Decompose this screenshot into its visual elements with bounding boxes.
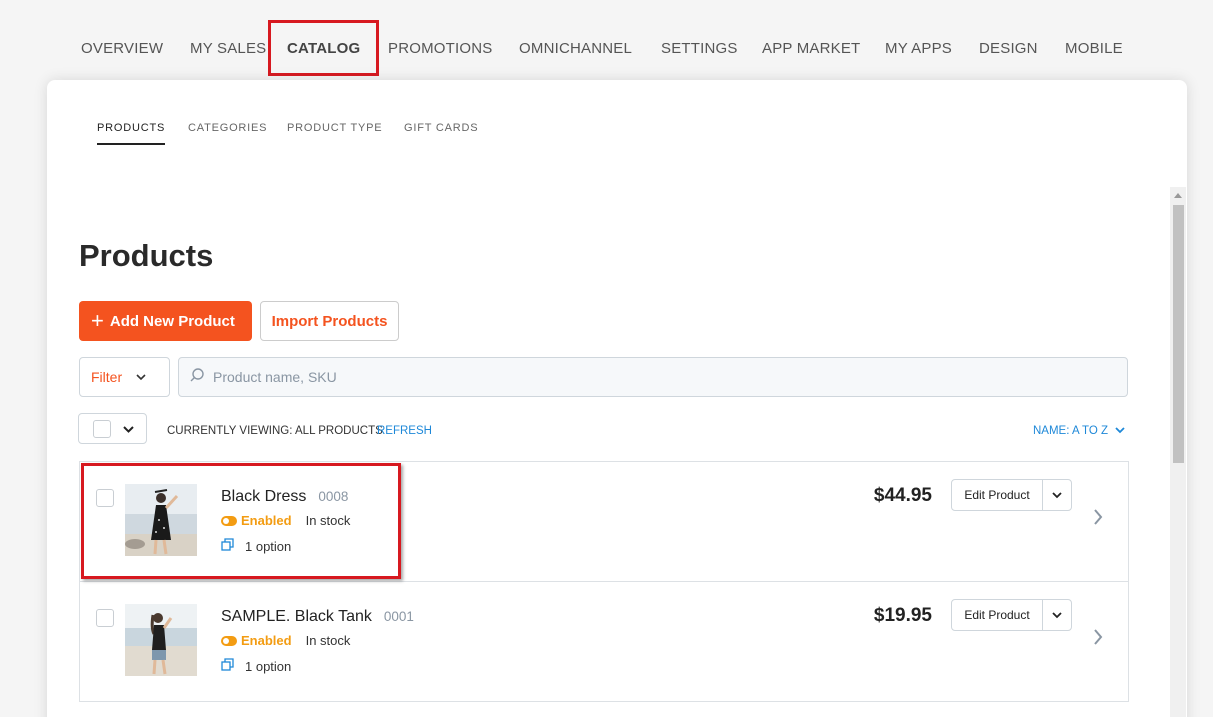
edit-product-button[interactable]: Edit Product [952,480,1043,510]
nav-my-apps[interactable]: MY APPS [885,40,952,57]
add-new-product-label: Add New Product [109,312,235,330]
search-box [178,357,1128,397]
currently-viewing-label: CURRENTLY VIEWING: ALL PRODUCTS [167,425,383,437]
black-dress-highlight-box [81,463,401,579]
top-navigation: OVERVIEW MY SALES CATALOG PROMOTIONS OMN… [0,0,1213,80]
chevron-down-icon[interactable] [123,422,134,436]
filter-label: Filter [91,369,123,385]
stock-status: In stock [305,633,351,648]
product-name-text[interactable]: SAMPLE. Black Tank [221,608,372,625]
product-status: Enabled In stock [221,633,350,648]
chevron-right-icon[interactable] [1093,508,1103,531]
scroll-up-arrow-icon[interactable] [1174,193,1182,198]
search-input[interactable] [213,369,1093,385]
nav-app-market[interactable]: APP MARKET [762,40,860,57]
options-icon [221,658,235,674]
nav-omnichannel[interactable]: OMNICHANNEL [519,40,632,57]
subtab-products[interactable]: PRODUCTS [97,122,166,145]
edit-product-button-group: Edit Product [951,479,1072,511]
refresh-link[interactable]: REFRESH [377,425,432,437]
add-new-product-button[interactable]: + Add New Product [79,301,252,341]
edit-product-button-group: Edit Product [951,599,1072,631]
product-options: 1 option [221,658,291,674]
chevron-down-icon [1052,491,1062,498]
enabled-status[interactable]: Enabled [241,633,292,648]
chevron-down-icon [136,370,146,384]
nav-promotions[interactable]: PROMOTIONS [388,40,493,57]
main-card: PRODUCTS CATEGORIES PRODUCT TYPE GIFT CA… [47,80,1187,717]
product-name[interactable]: SAMPLE. Black Tank 0001 [221,608,414,626]
edit-dropdown-toggle[interactable] [1043,600,1071,630]
edit-dropdown-toggle[interactable] [1043,480,1071,510]
product-price: $44.95 [873,485,932,506]
chevron-down-icon [1052,611,1062,618]
sort-dropdown[interactable]: NAME: A TO Z [1033,425,1125,437]
nav-settings[interactable]: SETTINGS [661,40,738,57]
bulk-select-dropdown[interactable] [78,413,147,444]
subtab-product-type[interactable]: PRODUCT TYPE [287,122,382,143]
product-price: $19.95 [873,605,932,626]
nav-mobile[interactable]: MOBILE [1065,40,1123,57]
sort-label: NAME: A TO Z [1033,425,1108,437]
catalog-highlight-box [268,20,379,76]
select-all-checkbox[interactable] [93,419,111,438]
nav-design[interactable]: DESIGN [979,40,1038,57]
search-icon [189,367,205,388]
filter-dropdown[interactable]: Filter [79,357,170,397]
product-row[interactable]: SAMPLE. Black Tank 0001 Enabled In stock … [80,582,1128,702]
product-thumbnail[interactable] [125,604,197,676]
plus-icon: + [91,308,104,333]
nav-overview[interactable]: OVERVIEW [81,40,163,57]
subtab-gift-cards[interactable]: GIFT CARDS [404,122,478,143]
scrollbar-thumb[interactable] [1173,205,1184,463]
vertical-scrollbar[interactable] [1170,187,1186,717]
row-checkbox[interactable] [96,609,114,627]
page-title: Products [79,238,214,273]
edit-product-button[interactable]: Edit Product [952,600,1043,630]
chevron-down-icon [1115,427,1125,434]
options-count: 1 option [245,658,292,674]
nav-my-sales[interactable]: MY SALES [190,40,266,57]
subtab-categories[interactable]: CATEGORIES [188,122,267,143]
product-sku: 0001 [383,609,414,624]
chevron-right-icon[interactable] [1093,628,1103,651]
toggle-icon[interactable] [221,635,237,646]
import-products-button[interactable]: Import Products [260,301,399,341]
